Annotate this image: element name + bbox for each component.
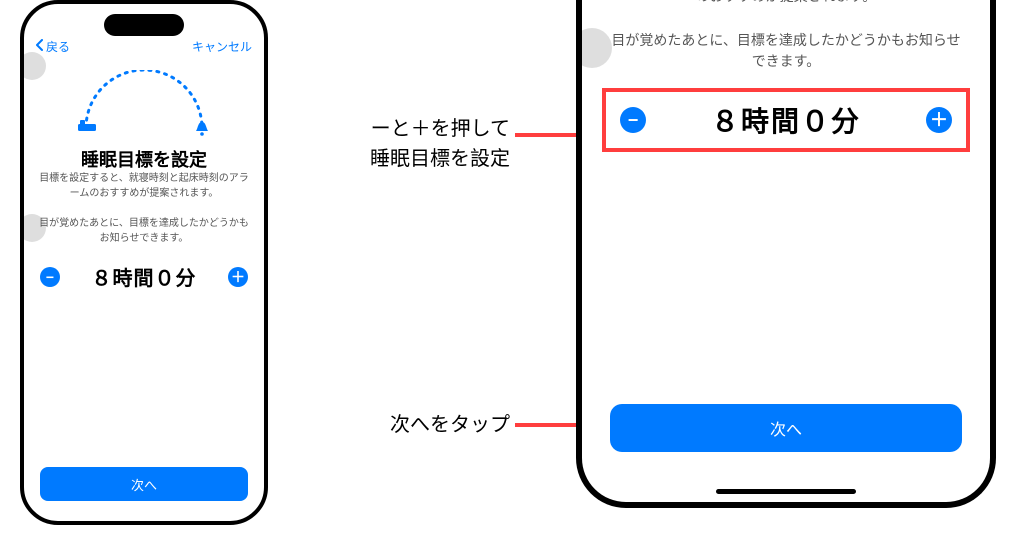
description-2: 目が覚めたあとに、目標を達成したかどうかもお知らせできます。 [608,30,964,72]
phone-frame-right: のおすすめが提案されます。 目が覚めたあとに、目標を達成したかどうかもお知らせで… [576,0,996,508]
ghost-circle [20,52,46,80]
next-button[interactable]: 次へ [40,467,248,501]
page-title: 睡眠目標を設定 [24,146,264,172]
back-button[interactable]: 戻る [36,38,70,55]
annotation-stepper: ーと＋を押して 睡眠目標を設定 [300,114,510,174]
annotation-next: 次へをタップ [350,410,510,440]
description-2: 目が覚めたあとに、目標を達成したかどうかもお知らせできます。 [38,217,250,246]
sleep-arc-icon [74,70,214,136]
goal-stepper: − ８時間０分 ＋ [40,262,248,291]
goal-value: ８時間０分 [92,262,197,291]
chevron-left-icon [36,39,44,54]
description-top-partial: のおすすめが提案されます。 [608,0,964,7]
annotation-stepper-text: ーと＋を押して 睡眠目標を設定 [370,114,510,174]
description-1: 目標を設定すると、就寝時刻と起床時刻のアラームのおすすめが提案されます。 [38,172,250,201]
goal-value: ８時間０分 [711,100,861,140]
minus-button[interactable]: − [620,107,646,133]
annotation-next-text: 次へをタップ [390,414,510,436]
home-indicator [716,489,856,494]
notch [104,14,184,36]
ghost-circle [576,28,612,68]
minus-button[interactable]: − [40,267,60,287]
back-label: 戻る [46,38,70,55]
goal-stepper-highlighted: − ８時間０分 ＋ [602,88,970,152]
cancel-button[interactable]: キャンセル [192,38,252,55]
nav-bar: 戻る キャンセル [24,38,264,55]
plus-button[interactable]: ＋ [926,107,952,133]
plus-button[interactable]: ＋ [228,267,248,287]
phone-frame-left: 戻る キャンセル 睡眠目標を設定 目標を設定すると、就寝時刻と起床時刻のアラーム… [20,0,268,525]
next-button[interactable]: 次へ [610,404,962,452]
